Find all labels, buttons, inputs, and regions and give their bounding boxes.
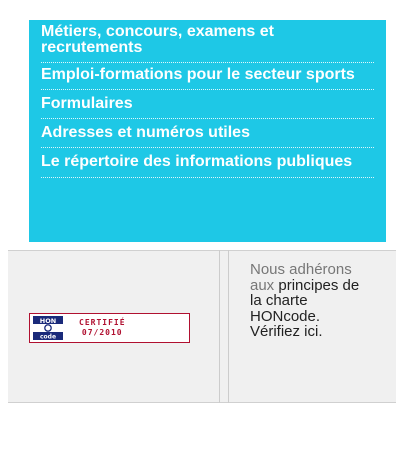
page: Métiers, concours, examens et recrutemen… [0, 0, 400, 450]
seal-status: CERTIFIÉ [79, 318, 126, 327]
honcode-logo-text-top: HON [40, 317, 56, 325]
menu-list-item: Métiers, concours, examens et recrutemen… [41, 24, 374, 63]
menu-link-emploi-formations[interactable]: Emploi-formations pour le secteur sports [41, 63, 374, 90]
sidebar-menu: Métiers, concours, examens et recrutemen… [29, 20, 386, 242]
menu-link-formulaires[interactable]: Formulaires [41, 90, 374, 119]
menu-list-item: Le répertoire des informations publiques [41, 148, 374, 178]
honcode-seal[interactable]: HON code CERTIFIÉ 07/2010 [29, 313, 190, 343]
menu-list-item: Adresses et numéros utiles [41, 119, 374, 148]
honcode-info-text: Nous adhérons aux principes de la charte… [250, 262, 360, 340]
menu-list-item: Formulaires [41, 90, 374, 119]
seal-date: 07/2010 [81, 328, 123, 337]
honcode-info-box: Nous adhérons aux principes de la charte… [228, 250, 396, 403]
menu-list-item: Emploi-formations pour le secteur sports [41, 63, 374, 90]
menu-link-repertoire[interactable]: Le répertoire des informations publiques [41, 148, 374, 178]
menu-list: Métiers, concours, examens et recrutemen… [41, 24, 374, 178]
menu-link-adresses[interactable]: Adresses et numéros utiles [41, 119, 374, 148]
seal-text: CERTIFIÉ 07/2010 [79, 318, 126, 338]
honcode-logo-icon: HON code [33, 316, 63, 340]
honcode-logo-text-bottom: code [40, 334, 56, 341]
menu-link-metiers-concours[interactable]: Métiers, concours, examens et recrutemen… [41, 24, 374, 63]
